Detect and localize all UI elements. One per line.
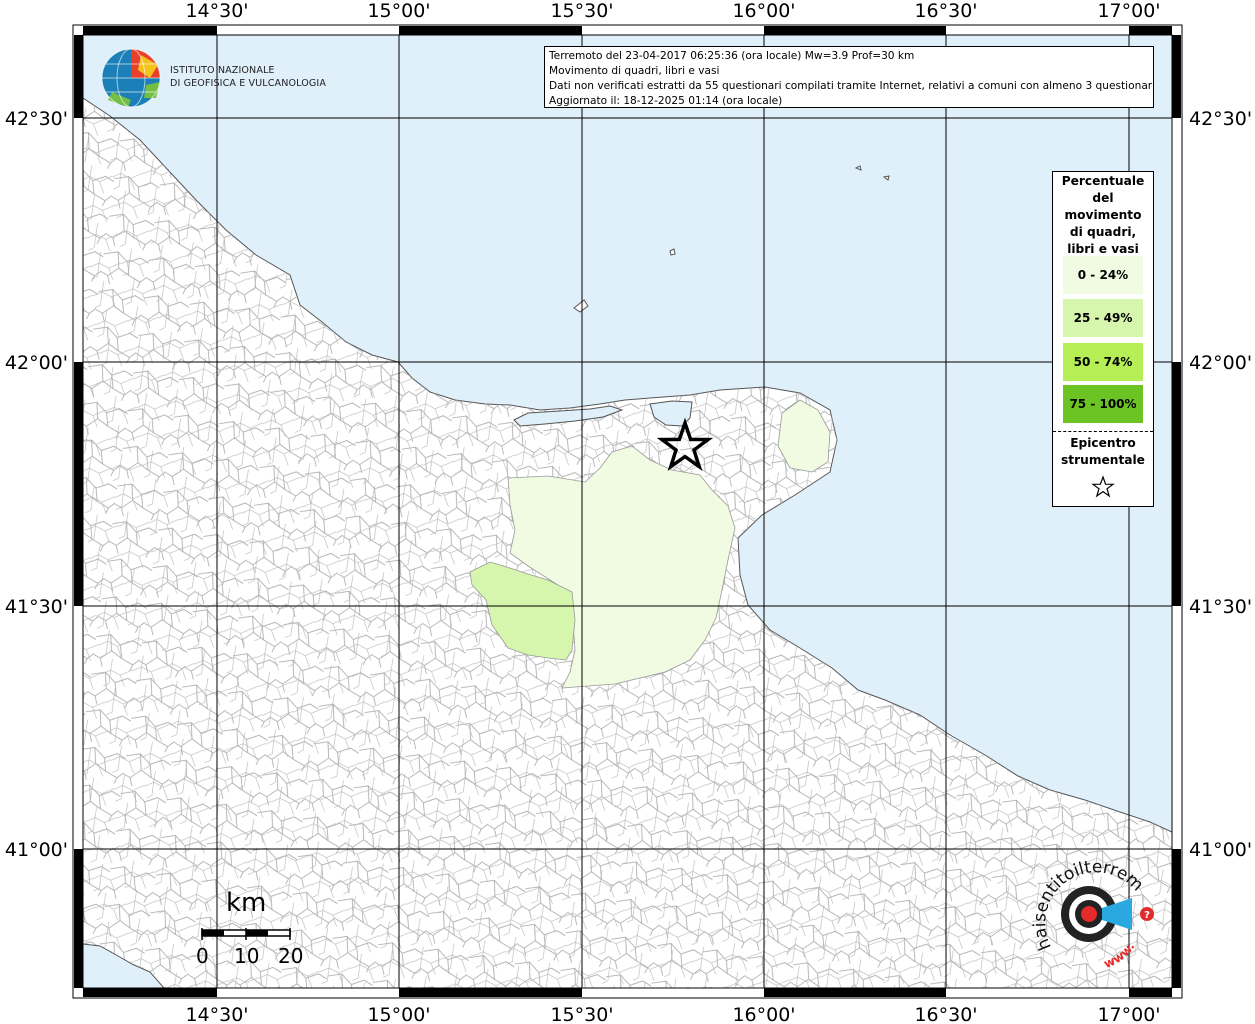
legend-title-line: di quadri, xyxy=(1069,225,1137,239)
tick-label: 41°30' xyxy=(5,596,68,618)
logo-line-1: ISTITUTO NAZIONALE xyxy=(170,65,275,76)
tick-label: 42°00' xyxy=(5,352,68,374)
tick-label: 41°00' xyxy=(5,839,68,861)
legend-item-50-74: 50 - 74% xyxy=(1063,343,1143,381)
tick-label: 16°00' xyxy=(732,1004,795,1024)
tick-label: 14°30' xyxy=(185,0,248,22)
star-outline-icon xyxy=(1091,475,1115,498)
tick-label: 15°00' xyxy=(367,0,430,22)
info-line-event: Terremoto del 23-04-2017 06:25:36 (ora l… xyxy=(549,50,915,62)
right-tick-labels: 42°30' 42°00' 41°30' 41°00' xyxy=(1189,108,1252,861)
legend-separator xyxy=(1053,431,1153,432)
tick-label: 14°30' xyxy=(185,1004,248,1024)
tick-label: 17°00' xyxy=(1097,0,1160,22)
left-tick-labels: 42°30' 42°00' 41°30' 41°00' xyxy=(5,108,68,861)
svg-text:?: ? xyxy=(1144,910,1150,921)
top-tick-labels: 14°30' 15°00' 15°30' 16°00' 16°30' 17°00… xyxy=(185,0,1160,22)
tick-label: 16°30' xyxy=(914,1004,977,1024)
legend-title-line: Percentuale xyxy=(1061,174,1145,188)
intensity-map: 14°30' 15°00' 15°30' 16°00' 16°30' 17°00… xyxy=(0,0,1252,1024)
tick-label: 15°30' xyxy=(550,0,613,22)
info-line-data-note: Dati non verificati estratti da 55 quest… xyxy=(549,80,1154,92)
tick-label: 15°30' xyxy=(550,1004,613,1024)
tick-label: 42°30' xyxy=(1189,108,1252,130)
tick-label: 41°00' xyxy=(1189,839,1252,861)
tick-label: 17°00' xyxy=(1097,1004,1160,1024)
legend-epicenter-line: strumentale xyxy=(1061,453,1145,467)
tick-label: 41°30' xyxy=(1189,596,1252,618)
ingv-logo-icon xyxy=(101,48,161,108)
scale-unit-label: km xyxy=(226,888,267,918)
tick-label: 15°00' xyxy=(367,1004,430,1024)
scale-label-0: 0 xyxy=(196,944,209,968)
tick-label: 16°30' xyxy=(914,0,977,22)
legend-epicenter-line: Epicentro xyxy=(1070,436,1136,450)
earthquake-info-box: Terremoto del 23-04-2017 06:25:36 (ora l… xyxy=(544,46,1154,108)
legend-item-75-100: 75 - 100% xyxy=(1063,385,1143,423)
tick-label: 42°00' xyxy=(1189,352,1252,374)
scale-label-10: 10 xyxy=(234,944,260,968)
legend-item-0-24: 0 - 24% xyxy=(1063,256,1143,294)
info-line-effect: Movimento di quadri, libri e vasi xyxy=(549,65,720,77)
info-line-updated: Aggiornato il: 18-12-2025 01:14 (ora loc… xyxy=(549,95,783,107)
tick-label: 42°30' xyxy=(5,108,68,130)
legend-title-line: movimento xyxy=(1064,208,1142,222)
bottom-tick-labels: 14°30' 15°00' 15°30' 16°00' 16°30' 17°00… xyxy=(185,1004,1160,1024)
legend-title-line: del xyxy=(1092,191,1114,205)
tick-label: 16°00' xyxy=(732,0,795,22)
legend: Percentuale del movimento di quadri, lib… xyxy=(1052,171,1154,507)
legend-epicenter-label: Epicentro strumentale xyxy=(1053,435,1153,469)
ingv-logo-text: ISTITUTO NAZIONALE DI GEOFISICA E VULCAN… xyxy=(170,64,326,90)
legend-title: Percentuale del movimento di quadri, lib… xyxy=(1053,172,1153,258)
scale-label-20: 20 xyxy=(278,944,304,968)
logo-line-2: DI GEOFISICA E VULCANOLOGIA xyxy=(170,78,327,89)
legend-item-25-49: 25 - 49% xyxy=(1063,299,1143,337)
